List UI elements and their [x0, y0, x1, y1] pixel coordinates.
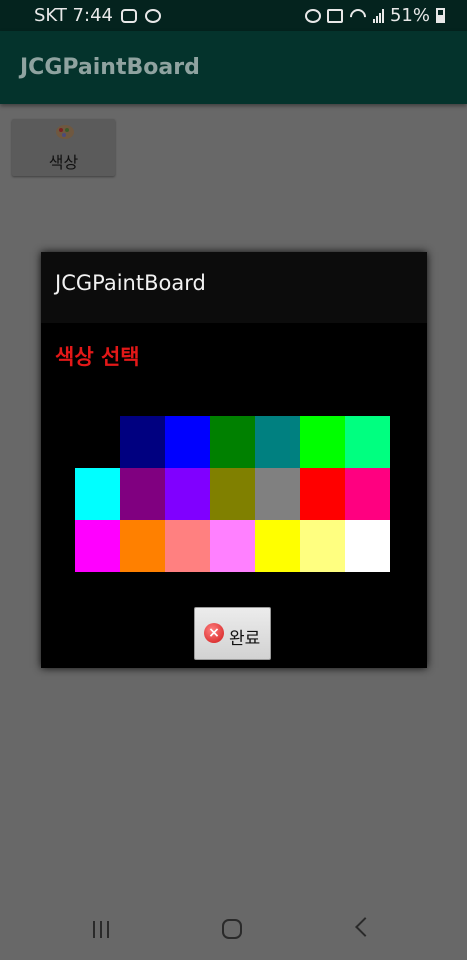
- wifi-icon: [349, 9, 367, 23]
- color-swatch[interactable]: [300, 468, 345, 520]
- app-bar: JCGPaintBoard: [0, 31, 467, 104]
- color-swatch[interactable]: [345, 520, 390, 572]
- color-swatch[interactable]: [120, 416, 165, 468]
- dialog-title-bar: JCGPaintBoard: [41, 252, 427, 323]
- color-swatch[interactable]: [210, 520, 255, 572]
- status-right: 51%: [304, 5, 445, 26]
- dialog-title: JCGPaintBoard: [55, 271, 206, 295]
- color-grid: [75, 416, 390, 573]
- battery-icon: [436, 8, 445, 23]
- color-swatch[interactable]: [210, 416, 255, 468]
- color-swatch[interactable]: [300, 416, 345, 468]
- carrier-time: SKT 7:44: [34, 5, 113, 26]
- battery-percent: 51%: [389, 5, 430, 26]
- color-swatch[interactable]: [210, 468, 255, 520]
- color-swatch[interactable]: [255, 468, 300, 520]
- color-picker-dialog: JCGPaintBoard 색상 선택 × 완료: [41, 252, 427, 668]
- color-swatch[interactable]: [75, 468, 120, 520]
- color-swatch[interactable]: [345, 416, 390, 468]
- color-swatch[interactable]: [255, 520, 300, 572]
- recent-apps-icon[interactable]: [93, 921, 111, 938]
- app-title: JCGPaintBoard: [20, 55, 200, 80]
- color-swatch[interactable]: [75, 416, 120, 468]
- mute-icon: [326, 8, 343, 23]
- palette-icon: [56, 125, 74, 139]
- dialog-subtitle: 색상 선택: [55, 345, 140, 369]
- color-swatch[interactable]: [120, 468, 165, 520]
- color-swatch[interactable]: [165, 520, 210, 572]
- home-icon[interactable]: [222, 919, 242, 939]
- done-button-label: 완료: [229, 629, 261, 649]
- status-bar: SKT 7:44 51%: [0, 0, 467, 31]
- color-swatch[interactable]: [300, 520, 345, 572]
- color-button-label: 색상: [48, 153, 79, 172]
- navigation-bar: [0, 898, 467, 960]
- color-swatch[interactable]: [120, 520, 165, 572]
- color-swatch[interactable]: [165, 468, 210, 520]
- alarm-icon: [304, 8, 321, 23]
- sync-icon: [144, 8, 161, 23]
- color-swatch[interactable]: [165, 416, 210, 468]
- back-icon[interactable]: [355, 917, 375, 937]
- close-circle-icon: ×: [204, 623, 224, 643]
- color-button[interactable]: 색상: [12, 119, 115, 176]
- chat-icon: [120, 8, 137, 23]
- color-swatch[interactable]: [75, 520, 120, 572]
- signal-icon: [372, 8, 384, 23]
- color-swatch[interactable]: [255, 416, 300, 468]
- color-swatch[interactable]: [345, 468, 390, 520]
- status-left: SKT 7:44: [34, 5, 161, 26]
- done-button[interactable]: × 완료: [194, 607, 271, 660]
